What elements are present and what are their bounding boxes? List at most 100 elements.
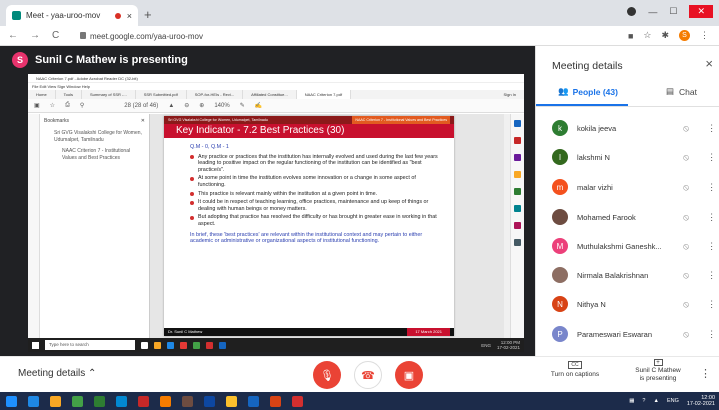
tab-people[interactable]: 👥 People (43) — [558, 86, 618, 97]
app-icon[interactable] — [94, 395, 105, 407]
meeting-details-button[interactable]: Meeting details ⌃ — [18, 368, 96, 379]
menu-icon[interactable]: ⋮ — [700, 30, 709, 41]
hp-icon[interactable] — [204, 395, 215, 407]
reload-icon[interactable]: C — [52, 30, 59, 41]
participant-row: P Parameswari Eswaran ⦸ ⋮ — [552, 324, 718, 344]
browser-tab-bar: Meet - yaa-uroo-mov × + — ☐ ✕ — [0, 0, 719, 26]
camera-off-button[interactable]: ▣ — [395, 361, 423, 389]
participant-avatar: P — [552, 326, 568, 342]
app-icon[interactable] — [160, 395, 171, 407]
participant-name: kokila jeeva — [577, 123, 617, 133]
tool-icon — [514, 171, 521, 178]
participant-row: Nirmala Balakrishnan ⦸ ⋮ — [552, 265, 718, 285]
url-text: meet.google.com/yaa-uroo-mov — [90, 32, 203, 41]
participant-avatar: M — [552, 238, 568, 254]
chrome-icon — [193, 341, 200, 349]
presenting-button[interactable]: + Sunil C Mathew is presenting — [624, 359, 692, 383]
clock[interactable]: 12:00 17-02-2021 — [687, 395, 715, 407]
bullet-text: This practice is relevant mainly within … — [198, 190, 378, 197]
participant-more-icon[interactable]: ⋮ — [705, 329, 718, 340]
mic-muted-icon[interactable]: ⦸ — [677, 241, 695, 252]
mic-muted-icon[interactable]: ⦸ — [677, 212, 695, 223]
bookmark-item: Sri GVG Visalakshi College for Women, Ud… — [54, 130, 142, 143]
app-icon[interactable] — [182, 395, 193, 407]
participant-more-icon[interactable]: ⋮ — [705, 123, 718, 134]
acrobat-tab: Home — [28, 90, 56, 99]
mic-muted-icon[interactable]: ⦸ — [677, 152, 695, 163]
extensions-icon[interactable]: ✱ — [661, 30, 669, 41]
slide-footer-date: 17 March 2021 — [407, 328, 450, 336]
bullet-text: It could be in respect of teaching learn… — [198, 199, 429, 212]
participant-more-icon[interactable]: ⋮ — [705, 182, 718, 193]
mic-muted-icon[interactable]: ⦸ — [677, 270, 695, 281]
acrobat-tab: SOP-for-HEIs - Revi... — [187, 90, 244, 99]
lang-indicator[interactable]: ENG — [667, 398, 679, 404]
mic-off-button[interactable]: 🎙 — [313, 361, 341, 389]
participant-more-icon[interactable]: ⋮ — [705, 241, 718, 252]
participant-avatar: l — [552, 149, 568, 165]
participant-more-icon[interactable]: ⋮ — [705, 152, 718, 163]
mic-muted-icon[interactable]: ⦸ — [677, 329, 695, 340]
whatsapp-icon[interactable] — [72, 395, 83, 407]
mic-muted-icon[interactable]: ⦸ — [677, 182, 695, 193]
url-field[interactable]: meet.google.com/yaa-uroo-mov — [80, 32, 203, 41]
app-icon[interactable] — [116, 395, 127, 407]
profile-dot-icon[interactable] — [627, 7, 637, 16]
participant-more-icon[interactable]: ⋮ — [705, 212, 718, 223]
chrome-icon[interactable] — [226, 395, 237, 407]
powerpoint-icon[interactable] — [270, 395, 281, 407]
participant-name: lakshmi N — [577, 152, 610, 162]
acrobat-tab: Summary of SSR -... — [82, 90, 136, 99]
slide-qm: Q.M - 0, Q.M - 1 — [190, 144, 229, 150]
minimize-button[interactable]: — — [648, 7, 657, 17]
windows-start-icon — [32, 341, 39, 349]
forward-icon[interactable]: → — [30, 30, 40, 41]
back-icon[interactable]: ← — [8, 30, 18, 41]
word-icon[interactable] — [248, 395, 259, 407]
bullet-dot-icon — [190, 155, 194, 160]
tab-chat[interactable]: ▤ Chat — [666, 86, 697, 97]
slide-title: Key Indicator - 7.2 Best Practices (30) — [164, 124, 454, 138]
star-icon[interactable]: ☆ — [643, 30, 651, 41]
captions-button[interactable]: CC Turn on captions — [540, 361, 610, 378]
presenter-text: Sunil C Mathew is presenting — [35, 54, 188, 66]
mic-muted-icon[interactable]: ⦸ — [677, 299, 695, 310]
window-controls: — ☐ ✕ — [627, 5, 713, 18]
ie-icon[interactable] — [28, 395, 39, 407]
close-panel-button[interactable]: × — [705, 56, 713, 71]
tool-icon — [514, 154, 521, 161]
participant-more-icon[interactable]: ⋮ — [705, 270, 718, 281]
tool-icon — [514, 205, 521, 212]
participant-more-icon[interactable]: ⋮ — [705, 299, 718, 310]
participant-row: M Muthulakshmi Ganeshk... ⦸ ⋮ — [552, 236, 718, 256]
close-window-button[interactable]: ✕ — [689, 5, 713, 18]
slide-header-band: Sri GVG Visalakshi College for Women, Ud… — [164, 116, 454, 124]
participant-name: Nithya N — [577, 299, 606, 309]
meet-favicon-icon — [12, 11, 21, 20]
tool-icon — [514, 222, 521, 229]
chevron-up-icon: ⌃ — [88, 368, 97, 379]
profile-avatar[interactable]: S — [679, 30, 690, 41]
windows-start-icon[interactable] — [6, 395, 17, 407]
app-icon[interactable] — [138, 395, 149, 407]
network-icon[interactable]: ▲ — [653, 398, 658, 404]
browser-tab-meet[interactable]: Meet - yaa-uroo-mov × — [6, 5, 138, 26]
camera-icon[interactable]: ■ — [628, 31, 633, 41]
folder-icon — [154, 341, 161, 349]
folder-icon[interactable] — [50, 395, 61, 407]
acrobat-tab-active: NAAC Criterion 7.pdf — [296, 90, 352, 99]
keyboard-icon[interactable]: ▦ — [629, 398, 634, 404]
zoom-out-icon: ⊖ — [184, 103, 190, 109]
acrobat-tabs: Home Tools Summary of SSR -... SSR Submi… — [28, 90, 524, 99]
acrobat-icon[interactable] — [292, 395, 303, 407]
more-options-button[interactable]: ⋮ — [700, 367, 711, 380]
mic-muted-icon[interactable]: ⦸ — [677, 123, 695, 134]
acrobat-tab: Tools — [56, 90, 83, 99]
close-tab-button[interactable]: × — [127, 11, 132, 21]
leave-call-button[interactable]: ☎ — [354, 361, 382, 389]
participant-avatar: N — [552, 296, 568, 312]
bookmarks-pane: Bookmarks ✕ Sri GVG Visalakshi College fo… — [40, 114, 150, 338]
help-icon[interactable]: ? — [642, 398, 645, 404]
maximize-button[interactable]: ☐ — [669, 6, 677, 17]
new-tab-button[interactable]: + — [144, 7, 152, 22]
